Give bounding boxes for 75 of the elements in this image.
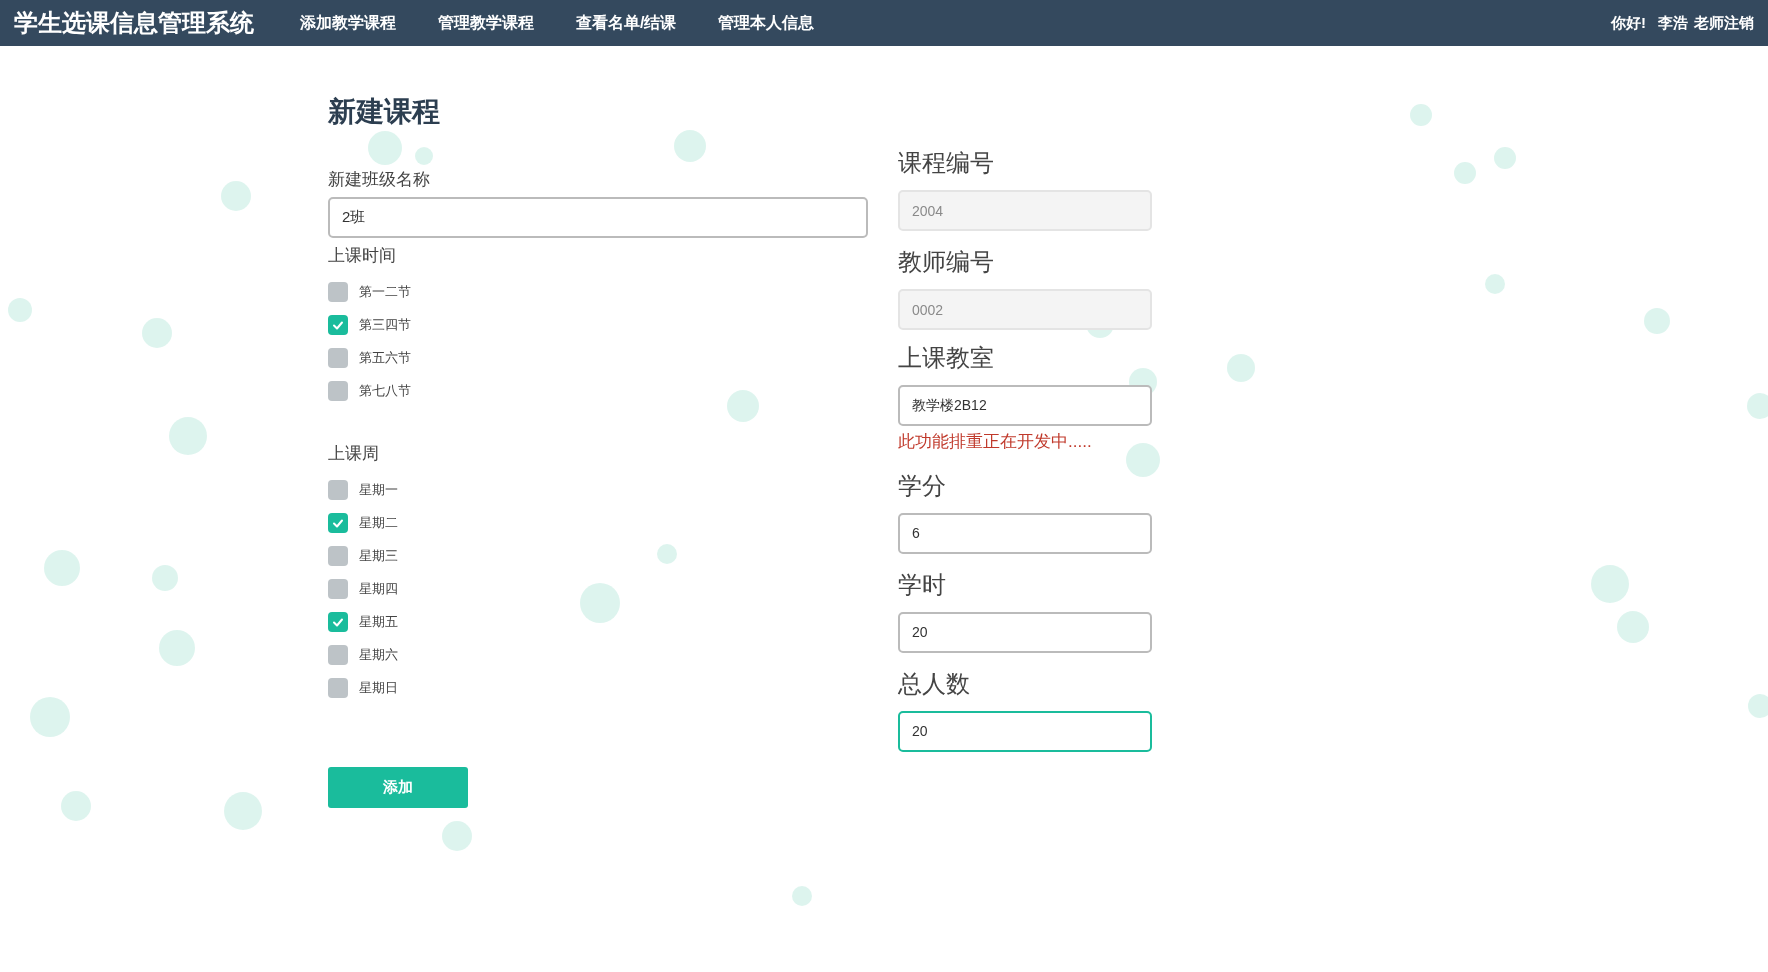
bubble [442,821,472,851]
field-label: 学时 [898,569,946,600]
checkbox-label: 第七八节 [359,382,411,401]
bubble [1617,611,1649,643]
checkbox[interactable] [328,480,348,500]
bubble [142,318,172,348]
bubble [1644,308,1670,334]
bubble [221,181,251,211]
bubble [152,565,178,591]
checkbox[interactable] [328,645,348,665]
nav-link[interactable]: 查看名单/结课 [555,11,698,35]
bubble [1454,162,1476,184]
group-label: 上课周 [328,442,379,465]
bubble [1227,354,1255,382]
checkbox-label: 第三四节 [359,316,411,335]
bubble [1126,443,1160,477]
bubble [580,583,620,623]
bubble [1591,565,1629,603]
bubble [30,697,70,737]
checkbox-label: 星期六 [359,646,398,665]
nav-link[interactable]: 管理教学课程 [417,11,555,35]
bubble [368,131,402,165]
checkbox[interactable] [328,315,348,335]
checkbox-label: 第五六节 [359,349,411,368]
bubble [1494,147,1516,169]
bubble [8,298,32,322]
bubble [674,130,706,162]
checkbox-label: 星期日 [359,679,398,698]
nav-link[interactable]: 添加教学课程 [279,11,417,35]
checkbox[interactable] [328,381,348,401]
checkbox[interactable] [328,348,348,368]
checkbox-label: 星期四 [359,580,398,599]
bubble [159,630,195,666]
text-input[interactable]: 20 [898,611,1152,653]
greeting-text: 你好! [1611,12,1646,33]
bubble [415,147,433,165]
checkbox-label: 星期五 [359,613,398,632]
checkbox[interactable] [328,546,348,566]
field-label: 上课教室 [898,343,994,373]
checkbox-label: 第一二节 [359,283,411,302]
brand-title: 学生选课信息管理系统 [14,8,254,38]
text-input[interactable]: 6 [898,512,1152,554]
bubble [1410,104,1432,126]
field-label: 教师编号 [898,247,994,277]
class-name-input[interactable]: 2班 [328,196,868,238]
checkbox[interactable] [328,282,348,302]
group-label: 上课时间 [328,244,396,267]
bubble [169,417,207,455]
bubble [61,791,91,821]
nav-link[interactable]: 管理本人信息 [697,11,836,35]
bubble [727,390,759,422]
bubble [1485,274,1505,294]
logout-link[interactable]: 老师注销 [1694,11,1754,35]
field-label: 总人数 [898,668,970,699]
bubble [657,544,677,564]
checkbox-label: 星期二 [359,514,398,533]
checkbox-label: 星期三 [359,547,398,566]
page-title: 新建课程 [328,95,441,129]
bubble [1747,393,1768,419]
field-label: 学分 [898,470,946,501]
bubble [224,792,262,830]
warning-note: 此功能排重正在开发中..... [898,431,1092,453]
text-input[interactable]: 20 [898,710,1152,752]
checkbox[interactable] [328,579,348,599]
checkbox-label: 星期一 [359,481,398,500]
checkbox[interactable] [328,513,348,533]
bubble [792,886,812,906]
bubble [1748,694,1768,718]
checkbox[interactable] [328,678,348,698]
field-label: 新建班级名称 [328,169,431,191]
text-input[interactable]: 教学楼2B12 [898,385,1152,426]
bubble [44,550,80,586]
user-name: 李浩 [1658,12,1688,33]
field-label: 课程编号 [898,148,994,178]
checkbox[interactable] [328,612,348,632]
